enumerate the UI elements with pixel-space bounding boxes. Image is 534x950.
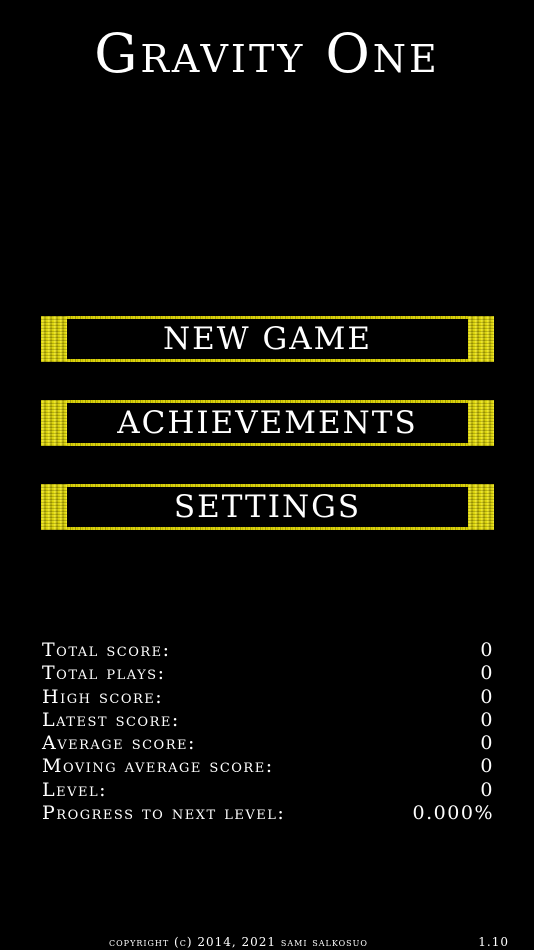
stat-value: 0 — [480, 685, 494, 708]
stat-average-score: Average score: 0 — [42, 732, 494, 755]
stat-value: 0 — [480, 662, 494, 685]
copyright-text: copyright (c) 2014, 2021 sami salkosuo — [109, 935, 368, 949]
stat-label: Total plays: — [42, 662, 166, 685]
version-text: 1.10 — [478, 935, 509, 949]
stat-value: 0 — [480, 755, 494, 778]
stat-value: 0 — [480, 732, 494, 755]
button-cap-right — [468, 316, 494, 362]
new-game-button[interactable]: NEW GAME — [41, 316, 494, 362]
stat-label: Level: — [42, 778, 108, 801]
achievements-button[interactable]: ACHIEVEMENTS — [41, 400, 494, 446]
stat-total-plays: Total plays: 0 — [42, 662, 494, 685]
stat-label: Progress to next level: — [42, 802, 286, 825]
stat-label: Moving average score: — [42, 755, 274, 778]
settings-label: SETTINGS — [173, 489, 362, 525]
stat-value: 0.000% — [412, 802, 494, 825]
stat-latest-score: Latest score: 0 — [42, 709, 494, 732]
button-frame-bottom — [41, 443, 494, 446]
stat-value: 0 — [480, 708, 494, 731]
settings-button[interactable]: SETTINGS — [41, 484, 494, 530]
button-cap-right — [468, 484, 494, 530]
stat-high-score: High score: 0 — [42, 686, 494, 709]
game-title: Gravity One — [94, 22, 440, 85]
stat-label: Average score: — [42, 732, 196, 755]
button-cap-left — [41, 400, 67, 446]
stat-label: High score: — [42, 685, 164, 708]
achievements-label: ACHIEVEMENTS — [117, 405, 418, 441]
stat-level: Level: 0 — [42, 779, 494, 802]
stat-label: Total score: — [42, 639, 171, 661]
stat-value: 0 — [480, 778, 494, 801]
stat-value: 0 — [480, 639, 494, 661]
stat-moving-average-score: Moving average score: 0 — [42, 755, 494, 778]
button-cap-left — [41, 316, 67, 362]
stats-panel: Total score: 0 Total plays: 0 High score… — [42, 639, 494, 825]
footer: copyright (c) 2014, 2021 sami salkosuo 1… — [109, 935, 509, 949]
stat-label: Latest score: — [42, 708, 180, 731]
button-frame-bottom — [41, 527, 494, 530]
button-cap-right — [468, 400, 494, 446]
stat-progress-to-next-level: Progress to next level: 0.000% — [42, 802, 494, 825]
button-cap-left — [41, 484, 67, 530]
stat-total-score: Total score: 0 — [42, 639, 494, 662]
new-game-label: NEW GAME — [163, 321, 372, 357]
button-frame-bottom — [41, 359, 494, 362]
